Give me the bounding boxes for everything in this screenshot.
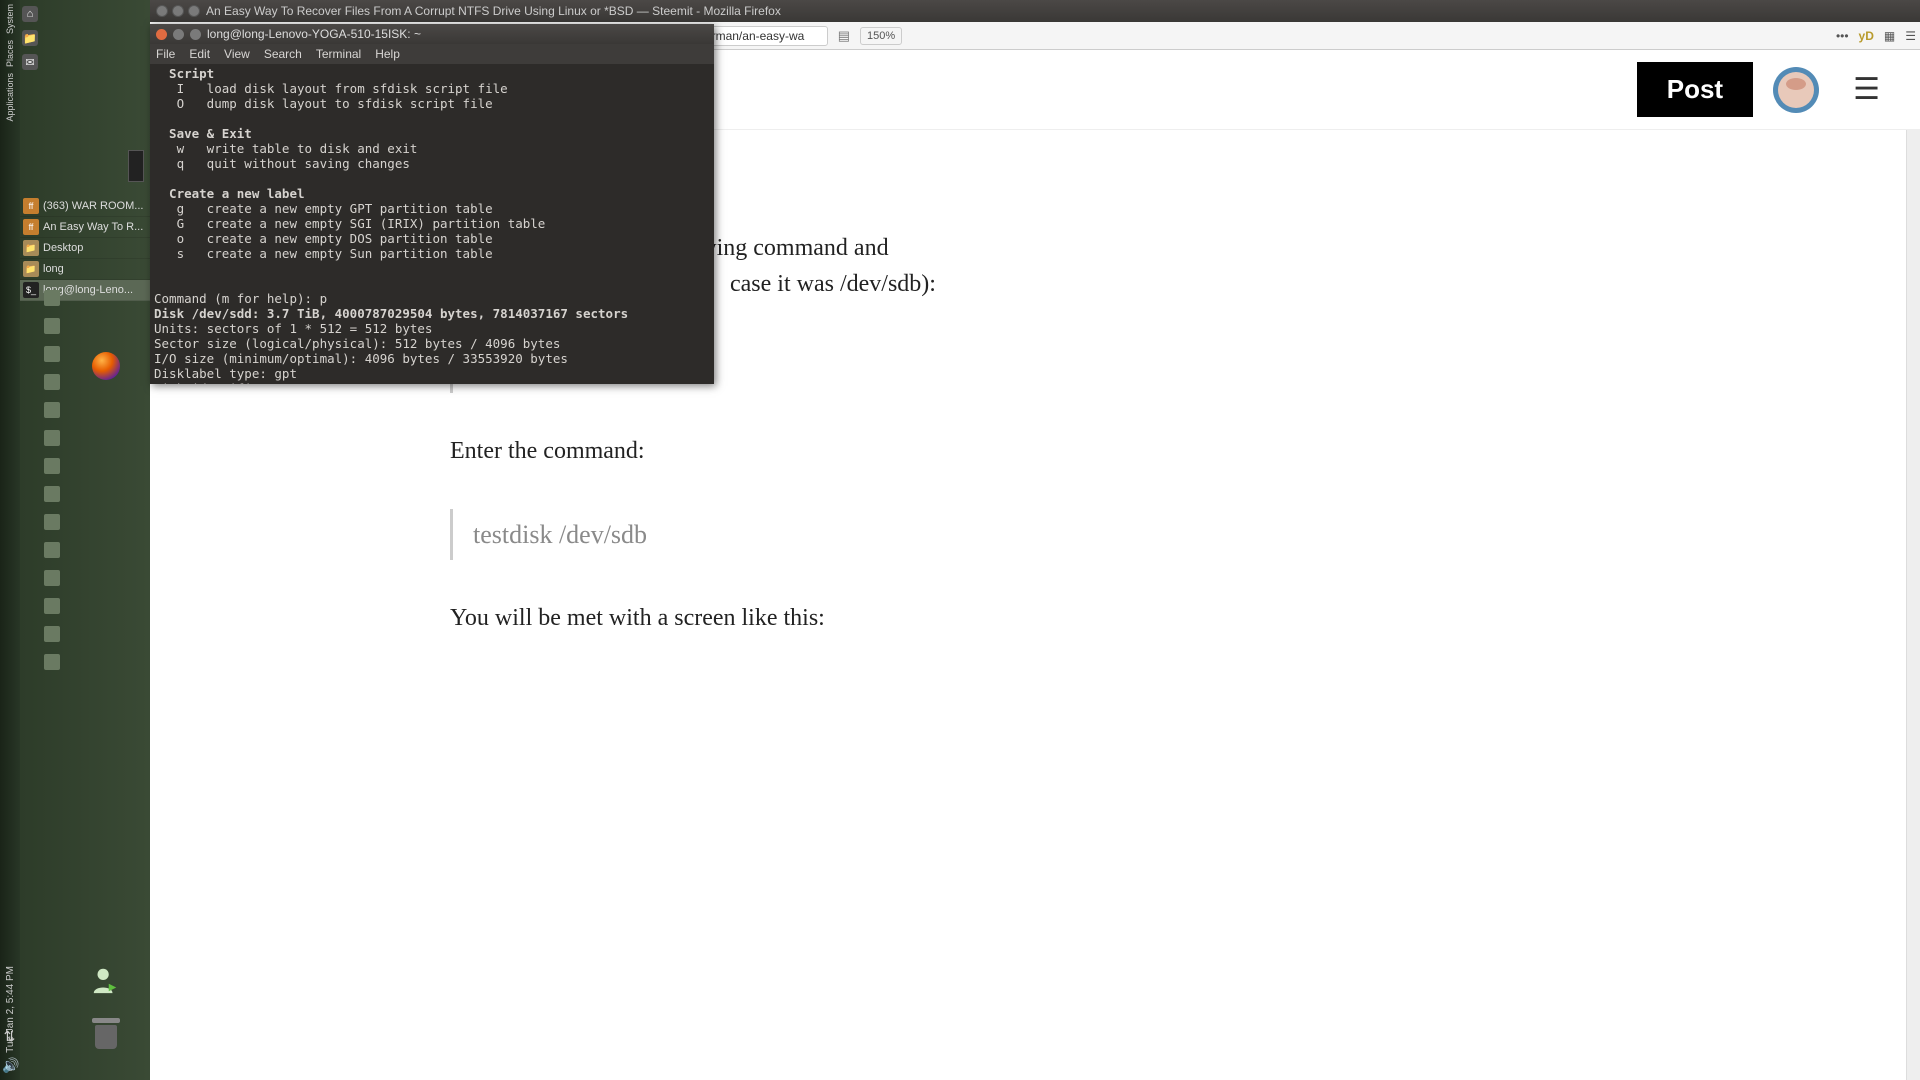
- dock-icon[interactable]: [44, 402, 60, 418]
- mouse-pointer-icon: ➤: [552, 380, 560, 384]
- dock-icon[interactable]: [44, 318, 60, 334]
- maximize-icon[interactable]: [188, 5, 200, 17]
- launcher-icon[interactable]: 📁: [22, 30, 38, 46]
- toolbar-icon[interactable]: yD: [1859, 29, 1874, 43]
- launcher-icon[interactable]: ✉: [22, 54, 38, 70]
- maximize-icon[interactable]: [190, 29, 201, 40]
- menu-search[interactable]: Search: [264, 47, 302, 61]
- task-item[interactable]: $_long@long-Leno...: [20, 280, 150, 301]
- toolbar-icon[interactable]: ▦: [1884, 29, 1895, 43]
- volume-icon[interactable]: 🔊: [2, 1057, 17, 1072]
- close-icon[interactable]: [156, 5, 168, 17]
- trash-icon[interactable]: [92, 1018, 120, 1050]
- panel-menu-applications[interactable]: Applications: [5, 73, 15, 122]
- menu-edit[interactable]: Edit: [189, 47, 210, 61]
- task-label: An Easy Way To R...: [43, 221, 143, 233]
- dock-icon[interactable]: [44, 654, 60, 670]
- firefox-launcher-icon[interactable]: [92, 352, 120, 380]
- minimize-icon[interactable]: [173, 29, 184, 40]
- dock-icon[interactable]: [44, 486, 60, 502]
- dock-icon[interactable]: [44, 430, 60, 446]
- task-list: ff(363) WAR ROOM... ffAn Easy Way To R..…: [20, 196, 150, 301]
- avatar[interactable]: [1773, 67, 1819, 113]
- terminal-titlebar[interactable]: long@long-Lenovo-YOGA-510-15ISK: ~: [150, 24, 714, 44]
- terminal-window: long@long-Lenovo-YOGA-510-15ISK: ~ File …: [150, 24, 714, 384]
- menu-terminal[interactable]: Terminal: [316, 47, 361, 61]
- dock-icon[interactable]: [44, 514, 60, 530]
- task-item[interactable]: 📁Desktop: [20, 238, 150, 259]
- window-title: An Easy Way To Recover Files From A Corr…: [206, 4, 781, 18]
- task-item[interactable]: 📁long: [20, 259, 150, 280]
- toolbar-icon[interactable]: •••: [1836, 29, 1849, 43]
- dock-icon[interactable]: [44, 570, 60, 586]
- panel-menu-places[interactable]: Places: [5, 40, 15, 67]
- article-paragraph: Enter the command:: [450, 433, 1566, 469]
- task-label: (363) WAR ROOM...: [43, 200, 143, 212]
- panel-clock[interactable]: Tue Jan 2, 5:44 PM: [5, 966, 16, 1053]
- task-label: Desktop: [43, 242, 83, 254]
- terminal-body[interactable]: Script I load disk layout from sfdisk sc…: [150, 64, 714, 384]
- site-menu-icon[interactable]: ☰: [1853, 72, 1880, 107]
- terminal-menubar: File Edit View Search Terminal Help: [150, 44, 714, 64]
- firefox-titlebar[interactable]: An Easy Way To Recover Files From A Corr…: [150, 0, 1920, 22]
- close-icon[interactable]: [156, 29, 167, 40]
- task-item[interactable]: ff(363) WAR ROOM...: [20, 196, 150, 217]
- reader-icon[interactable]: ▤: [834, 28, 854, 44]
- menu-view[interactable]: View: [224, 47, 250, 61]
- dock-icon[interactable]: [44, 374, 60, 390]
- post-button[interactable]: Post: [1637, 62, 1753, 117]
- task-item[interactable]: ffAn Easy Way To R...: [20, 217, 150, 238]
- window-list-panel: ⌂ 📁 ✉ ff(363) WAR ROOM... ffAn Easy Way …: [20, 0, 150, 1080]
- dock-icon[interactable]: [44, 346, 60, 362]
- terminal-title: long@long-Lenovo-YOGA-510-15ISK: ~: [207, 27, 421, 41]
- zoom-indicator[interactable]: 150%: [860, 27, 902, 45]
- menu-help[interactable]: Help: [375, 47, 400, 61]
- app-menu-icon[interactable]: ☰: [1905, 29, 1916, 43]
- gnome-left-panel: System Places Applications ⇅ 🔊 Tue Jan 2…: [0, 0, 20, 1080]
- menu-file[interactable]: File: [156, 47, 175, 61]
- launcher-icon[interactable]: ⌂: [22, 6, 38, 22]
- dock-icon[interactable]: [44, 626, 60, 642]
- task-label: long: [43, 263, 64, 275]
- workspace-pager[interactable]: [128, 150, 144, 182]
- panel-menu-system[interactable]: System: [5, 4, 15, 34]
- dock-icon[interactable]: [44, 290, 60, 306]
- scrollbar[interactable]: [1906, 130, 1920, 1080]
- dock-icon[interactable]: [44, 598, 60, 614]
- dock-icon[interactable]: [44, 458, 60, 474]
- article-paragraph: You will be met with a screen like this:: [450, 600, 1566, 636]
- dock-icon[interactable]: [44, 542, 60, 558]
- minimize-icon[interactable]: [172, 5, 184, 17]
- user-switch-icon[interactable]: [90, 965, 120, 995]
- code-block: testdisk /dev/sdb: [450, 509, 1566, 560]
- panel-launchers: ⌂ 📁 ✉: [20, 0, 150, 76]
- dock-column: [44, 290, 60, 670]
